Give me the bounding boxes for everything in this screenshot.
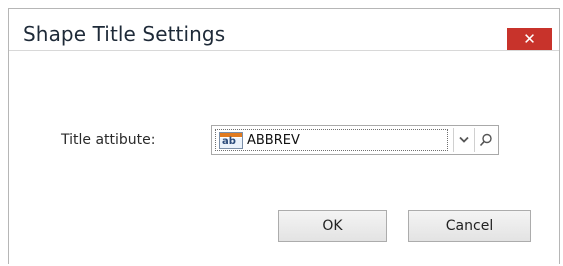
title-attribute-combobox[interactable]: ab ABBREV	[211, 125, 499, 155]
text-field-icon-glyph: ab	[222, 136, 236, 147]
chevron-down-icon	[459, 136, 469, 143]
text-field-icon: ab	[219, 132, 243, 149]
ok-button[interactable]: OK	[278, 210, 387, 242]
shape-title-settings-dialog: Shape Title Settings ✕ Title attibute: a…	[8, 8, 560, 264]
title-divider	[9, 50, 559, 51]
title-attribute-value-box[interactable]: ab ABBREV	[215, 129, 448, 151]
dropdown-button[interactable]	[453, 128, 474, 152]
dialog-title: Shape Title Settings	[23, 22, 226, 46]
title-attribute-value: ABBREV	[247, 133, 300, 148]
close-button[interactable]: ✕	[507, 28, 552, 50]
search-icon	[479, 133, 492, 147]
title-bar: Shape Title Settings ✕	[9, 9, 559, 51]
close-icon: ✕	[523, 30, 536, 48]
cancel-button[interactable]: Cancel	[408, 210, 531, 242]
search-button[interactable]	[474, 128, 497, 152]
title-attribute-label: Title attibute:	[61, 132, 156, 148]
